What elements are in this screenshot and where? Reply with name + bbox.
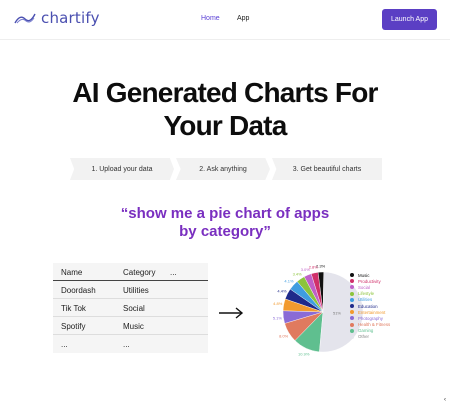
table-cell-category: Social: [123, 304, 145, 313]
pager-indicator: ‹: [444, 397, 446, 403]
step-upload: 1. Upload your data: [70, 158, 174, 180]
hero-title-line-2: Your Data: [163, 110, 288, 141]
legend-label: Music: [358, 272, 370, 278]
table-row: Tik Tok Social: [53, 299, 208, 317]
hero-title-line-1: AI Generated Charts For: [72, 77, 378, 108]
legend-item: Other: [350, 334, 390, 340]
pie-slice-label: 2.8%: [309, 265, 319, 270]
pie-slice-label: 4.4%: [277, 289, 287, 294]
table-cell-name: ...: [61, 340, 68, 349]
legend-label: Gaming: [358, 328, 374, 334]
table-cell-name: Spotify: [61, 322, 86, 331]
legend-swatch: [350, 304, 354, 309]
legend-label: Health & Fitness: [358, 322, 391, 328]
legend-swatch: [350, 316, 354, 321]
legend-label: Photography: [358, 315, 383, 321]
legend-swatch: [350, 322, 354, 327]
legend-swatch: [350, 291, 354, 296]
hero-title: AI Generated Charts For Your Data: [0, 76, 450, 142]
legend-swatch: [350, 334, 354, 339]
chartify-logo-icon: [14, 13, 36, 24]
step-ask: 2. Ask anything: [176, 158, 270, 180]
legend-swatch: [350, 310, 354, 315]
arrow-right-icon: [219, 307, 244, 319]
pie-slice-label: 3.4%: [293, 271, 303, 276]
pie-slice-label: 10.9%: [298, 351, 310, 356]
table-row: Doordash Utilities: [53, 281, 208, 299]
legend-label: Lifestyle: [358, 291, 375, 297]
step-get-charts: 3. Get beautiful charts: [272, 158, 382, 180]
launch-app-button[interactable]: Launch App: [382, 9, 437, 30]
table-cell-category: Utilities: [123, 286, 149, 295]
pie-slice-label: 3.0%: [301, 267, 311, 272]
pie-slice-label: 51%: [333, 310, 341, 315]
legend-swatch: [350, 328, 354, 333]
legend-label: Social: [358, 284, 370, 290]
legend-label: Productivity: [358, 278, 381, 284]
example-prompt: “show me a pie chart of apps by category…: [0, 205, 450, 241]
chart-legend: Music Productivity Social Lifestyle Utilitie…: [350, 272, 390, 340]
nav-home-link[interactable]: Home: [201, 15, 220, 22]
legend-label: Education: [358, 303, 378, 309]
sample-data-table: Name Category ... Doordash Utilities Tik…: [53, 263, 208, 353]
legend-swatch: [350, 279, 354, 284]
pie-slice-label: 5.1%: [273, 316, 283, 321]
top-navbar: chartify Home App Launch App: [0, 0, 450, 40]
legend-label: Entertainment: [358, 309, 386, 315]
example-prompt-line-1: “show me a pie chart of apps: [120, 205, 330, 222]
nav-app-link[interactable]: App: [237, 15, 249, 22]
legend-swatch: [350, 273, 354, 278]
table-header-row: Name Category ...: [53, 263, 208, 281]
legend-label: Other: [358, 334, 369, 340]
pie-slice-label: 8.0%: [279, 333, 289, 338]
table-row: Spotify Music: [53, 317, 208, 335]
column-header-name: Name: [61, 268, 83, 277]
steps-bar: 1. Upload your data 2. Ask anything 3. G…: [70, 158, 382, 180]
pie-slice-label: 4.8%: [273, 301, 283, 306]
legend-label: Utilities: [358, 297, 373, 303]
legend-swatch: [350, 297, 354, 302]
legend-swatch: [350, 285, 354, 290]
brand-name: chartify: [41, 9, 100, 27]
table-cell-name: Doordash: [61, 286, 96, 295]
column-header-category: Category: [123, 268, 156, 277]
example-prompt-line-2: by category”: [179, 223, 271, 240]
table-cell-name: Tik Tok: [61, 304, 86, 313]
pie-slice-label: 4.1%: [284, 279, 294, 284]
table-row: ... ...: [53, 335, 208, 353]
brand-logo[interactable]: chartify: [14, 9, 100, 27]
table-cell-category: Music: [123, 322, 144, 331]
table-cell-category: ...: [123, 340, 130, 349]
column-header-more: ...: [170, 268, 177, 277]
